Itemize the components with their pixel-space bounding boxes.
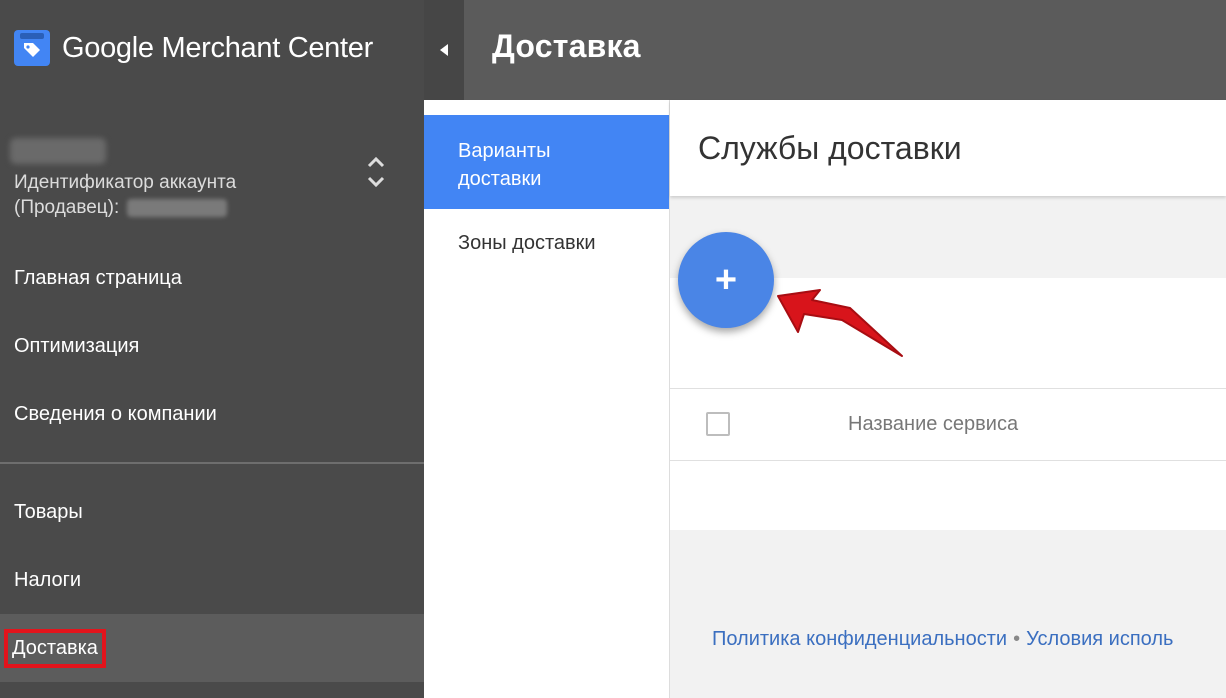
sidebar: Google Merchant Center Идентификатор акк…: [0, 0, 424, 698]
subnav-item-label: доставки: [458, 168, 542, 190]
subnav-item-shipping-options[interactable]: Варианты доставки: [424, 115, 669, 209]
table-divider: [670, 460, 1226, 461]
sidebar-item-taxes[interactable]: Налоги: [0, 552, 424, 608]
sidebar-item-label: Налоги: [14, 568, 82, 591]
account-id-label: Идентификатор аккаунта: [14, 172, 237, 193]
sidebar-item-optimization[interactable]: Оптимизация: [0, 318, 424, 374]
privacy-policy-link[interactable]: Политика конфиденциальности: [712, 628, 1007, 650]
merchant-center-logo-icon: [14, 30, 50, 66]
table-divider: [670, 388, 1226, 389]
brand-name: Google Merchant Center: [62, 31, 373, 64]
footer-links: Политика конфиденциальности • Условия испо…: [712, 628, 1173, 651]
page-title: Доставка: [492, 28, 641, 64]
sidebar-divider: [0, 462, 424, 464]
add-shipping-service-button[interactable]: +: [678, 232, 774, 328]
annotation-arrow-icon: [777, 289, 903, 357]
sidebar-item-label: Сведения о компании: [14, 402, 217, 425]
terms-link[interactable]: Условия исполь: [1026, 628, 1173, 650]
account-role-label: (Продавец):: [14, 197, 120, 218]
subnav-item-label: Варианты: [458, 140, 551, 162]
sidebar-item-label: Товары: [14, 500, 83, 523]
card-header: Службы доставки: [670, 100, 1226, 196]
sidebar-item-label: Главная страница: [14, 266, 182, 289]
sidebar-item-home[interactable]: Главная страница: [0, 250, 424, 306]
plus-icon: +: [714, 258, 738, 301]
main-content: Службы доставки Название сервиса: [670, 100, 1226, 698]
subnav-item-shipping-zones[interactable]: Зоны доставки: [424, 232, 669, 255]
account-name-redacted: [10, 138, 106, 164]
column-header-service-name[interactable]: Название сервиса: [848, 413, 1018, 436]
account-id[interactable]: Идентификатор аккаунта (Продавец):: [14, 170, 236, 220]
sidebar-item-label: Оптимизация: [14, 334, 140, 357]
account-id-redacted: [127, 198, 228, 217]
sidebar-item-label: Доставка: [4, 628, 106, 668]
section-title: Службы доставки: [698, 130, 962, 166]
chevron-left-icon: [440, 44, 448, 56]
select-all-checkbox[interactable]: [706, 412, 730, 436]
brand[interactable]: Google Merchant Center: [14, 28, 373, 68]
account-switch-icon[interactable]: [364, 152, 388, 192]
subnav-item-label: Зоны доставки: [458, 232, 596, 254]
top-bar: Доставка: [424, 0, 1226, 100]
sidebar-item-shipping[interactable]: Доставка: [0, 614, 424, 682]
collapse-sidebar-button[interactable]: [424, 0, 464, 100]
footer-separator: •: [1013, 628, 1021, 650]
sidebar-item-products[interactable]: Товары: [0, 484, 424, 540]
sub-navigation: Варианты доставки Зоны доставки: [424, 100, 670, 698]
sidebar-item-business-info[interactable]: Сведения о компании: [0, 386, 424, 442]
